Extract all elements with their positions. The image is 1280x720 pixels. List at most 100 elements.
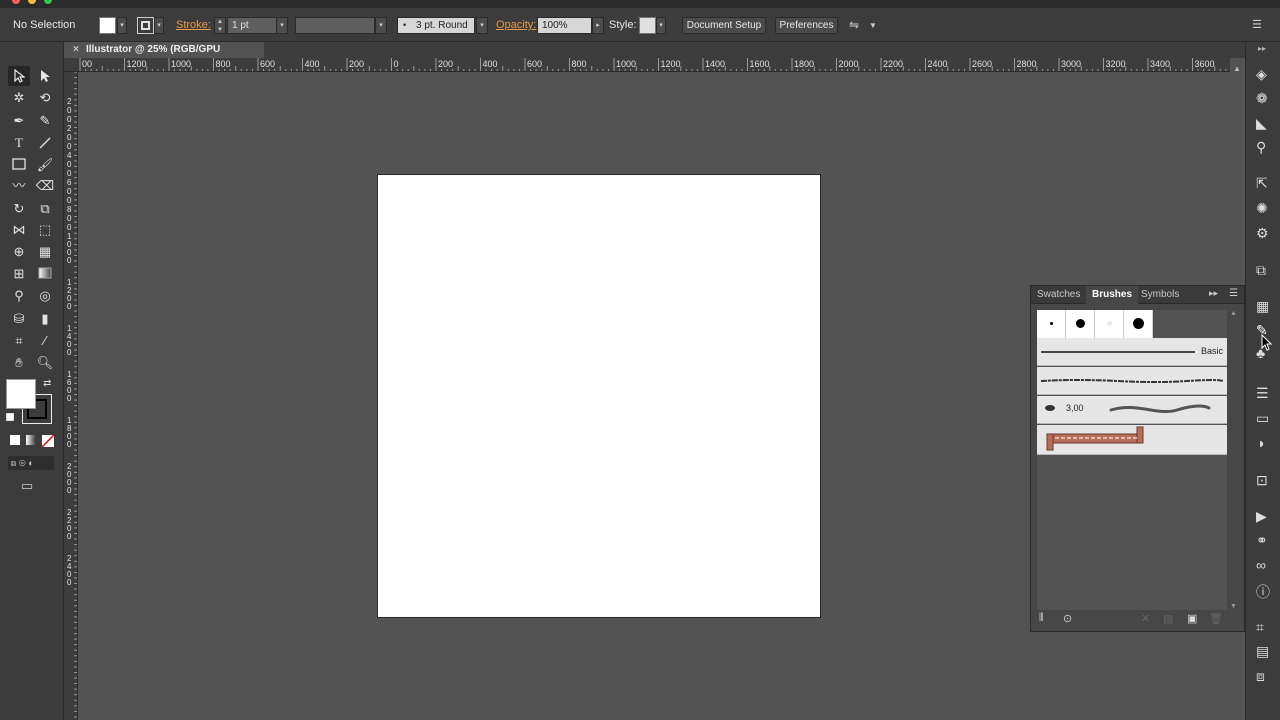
arrange-icon[interactable]: ⧈ [1256, 668, 1272, 684]
zoom-window-icon[interactable] [44, 0, 52, 4]
direct-selection-tool-icon[interactable] [34, 66, 56, 86]
none-mode-icon[interactable] [41, 434, 55, 448]
remove-brush-stroke-icon[interactable]: ✕ [1141, 612, 1150, 625]
shape-builder-tool-icon[interactable]: ⊕ [8, 242, 30, 262]
document-tab[interactable]: × Illustrator @ 25% (RGB/GPU Preview) [64, 42, 264, 71]
creative-cloud-icon[interactable]: ∞ [1256, 557, 1272, 573]
rotate-tool-icon[interactable]: ↻ [8, 199, 30, 219]
paintbrush-tool-icon[interactable]: 🖌︎ [34, 155, 56, 175]
magic-wand-tool-icon[interactable]: ✲ [8, 88, 30, 108]
delete-brush-icon[interactable]: 🗑︎ [1209, 612, 1223, 625]
eraser-tool-icon[interactable]: ⌫ [34, 176, 56, 196]
column-graph-tool-icon[interactable]: ▮ [34, 309, 56, 329]
line-segment-tool-icon[interactable] [34, 133, 56, 153]
stroke-weight-field[interactable]: 1 pt [227, 17, 277, 34]
close-tab-icon[interactable]: × [73, 42, 79, 58]
brush-calligraphic[interactable]: 3,00 [1037, 396, 1227, 424]
symbol-sprayer-tool-icon[interactable]: ⛁ [8, 309, 30, 329]
gradient-mode-icon[interactable] [26, 435, 36, 445]
preferences-button[interactable]: Preferences [775, 17, 838, 34]
opacity-label[interactable]: Opacity: [496, 17, 536, 34]
fill-color-swatch[interactable] [6, 379, 36, 409]
layers-icon[interactable]: ◈ [1256, 66, 1272, 82]
asset-export-icon[interactable]: ⊡ [1256, 472, 1272, 488]
brush-definition-dropdown[interactable]: ▾ [476, 17, 488, 34]
minimize-window-icon[interactable] [28, 0, 36, 4]
tab-brushes[interactable]: Brushes [1086, 286, 1139, 304]
appearance-icon[interactable]: ✺ [1256, 200, 1272, 216]
navigator-icon[interactable]: ⚲ [1256, 139, 1272, 155]
swap-fill-stroke-icon[interactable]: ⇄ [43, 378, 51, 389]
arrange-documents-icon[interactable]: ⇋ [849, 17, 859, 34]
stroke-weight-dropdown[interactable]: ▾ [276, 17, 288, 34]
gradient-tool-icon[interactable] [34, 264, 56, 284]
dock-collapse-icon[interactable]: ▸▸ [1258, 44, 1272, 54]
shaper-tool-icon[interactable]: 〰 [8, 176, 30, 196]
scroll-up-arrow-icon[interactable]: ▲ [1230, 310, 1237, 317]
default-fill-stroke-icon[interactable] [6, 413, 14, 421]
brush-dot-large[interactable] [1124, 310, 1153, 338]
swatches-icon[interactable]: ▦ [1256, 298, 1272, 314]
draw-modes-icon[interactable]: ⧈ ⊚ ◐ [8, 456, 54, 470]
slice-tool-icon[interactable]: ⁄ [34, 331, 56, 351]
close-window-icon[interactable] [12, 0, 20, 4]
free-transform-tool-icon[interactable]: ⬚ [34, 220, 56, 240]
document-info-icon[interactable]: ⓘ [1256, 582, 1272, 600]
pathfinder-icon[interactable]: ▤ [1256, 643, 1272, 659]
control-panel-menu-icon[interactable]: ☰ [1252, 17, 1262, 34]
panel-menu-icon[interactable]: ☰ [1229, 288, 1238, 299]
brush-basic[interactable]: Basic [1037, 338, 1227, 366]
width-tool-icon[interactable]: ⋈ [8, 220, 30, 240]
artboard-tool-icon[interactable]: ⌗ [8, 331, 30, 351]
stroke-label[interactable]: Stroke: [176, 17, 211, 34]
fill-swatch[interactable] [99, 17, 116, 34]
scroll-up-arrow-icon[interactable]: ▲ [1233, 64, 1241, 73]
artboard[interactable] [377, 174, 821, 618]
blend-tool-icon[interactable]: ◎ [34, 286, 56, 306]
brush-dot-soft[interactable] [1095, 310, 1124, 338]
curvature-tool-icon[interactable]: ✎ [34, 111, 56, 131]
pen-tool-icon[interactable]: ✒ [8, 111, 30, 131]
opacity-field[interactable]: 100% [537, 17, 592, 34]
screen-mode-icon[interactable]: ▭ [21, 478, 33, 494]
fill-dropdown[interactable]: ▾ [117, 17, 127, 34]
selection-tool-icon[interactable] [8, 66, 30, 86]
rectangle-tool-icon[interactable] [8, 155, 30, 175]
transparency-icon[interactable]: ◑ [1256, 435, 1272, 451]
style-dropdown[interactable]: ▾ [656, 17, 666, 34]
brush-pattern[interactable] [1037, 425, 1227, 455]
panel-collapse-icon[interactable]: ▸▸ [1209, 288, 1218, 299]
brush-dot-medium[interactable] [1066, 310, 1095, 338]
links-icon[interactable]: ⚭ [1256, 532, 1272, 548]
align-icon[interactable]: ⌗ [1256, 619, 1272, 635]
lasso-tool-icon[interactable]: ⟲ [34, 88, 56, 108]
scale-tool-icon[interactable]: ⧉ [34, 199, 56, 219]
export-icon[interactable]: ⇱ [1256, 175, 1272, 191]
graphic-style-swatch[interactable] [639, 17, 656, 34]
brush-dot-small[interactable] [1037, 310, 1066, 338]
document-setup-button[interactable]: Document Setup [682, 17, 766, 34]
stroke-weight-stepper[interactable]: ▲ ▼ [214, 17, 226, 34]
transform-icon[interactable]: ◣ [1256, 115, 1272, 131]
brush-list-scrollbar[interactable]: ▲ ▼ [1229, 310, 1239, 610]
variable-width-dropdown[interactable]: ▾ [375, 17, 387, 34]
brush-libraries-menu-icon[interactable]: ⫴ [1039, 612, 1044, 625]
eyedropper-tool-icon[interactable]: ⚲ [8, 286, 30, 306]
color-mode-icon[interactable] [10, 435, 20, 445]
new-brush-icon[interactable]: ▣ [1187, 612, 1197, 625]
artboards-icon[interactable]: ⧉ [1256, 262, 1272, 278]
arrange-dropdown-icon[interactable]: ▼ [869, 17, 877, 34]
opacity-dropdown[interactable]: ▸ [592, 17, 604, 34]
graphic-styles-icon[interactable]: ⚙ [1256, 225, 1272, 241]
gradient-panel-icon[interactable]: ▭ [1256, 410, 1272, 426]
tab-symbols[interactable]: Symbols [1135, 286, 1185, 304]
variable-width-profile[interactable] [295, 17, 375, 34]
actions-icon[interactable]: ▶ [1256, 508, 1272, 524]
type-tool-icon[interactable]: T [8, 133, 30, 153]
perspective-grid-tool-icon[interactable]: ▦ [34, 242, 56, 262]
zoom-tool-icon[interactable]: 🔍︎ [34, 353, 56, 373]
stroke-swatch[interactable] [137, 17, 154, 34]
libraries-panel-icon[interactable]: ⊙ [1063, 612, 1072, 625]
brush-charcoal[interactable] [1037, 367, 1227, 395]
libraries-icon[interactable]: ❁ [1256, 90, 1272, 106]
